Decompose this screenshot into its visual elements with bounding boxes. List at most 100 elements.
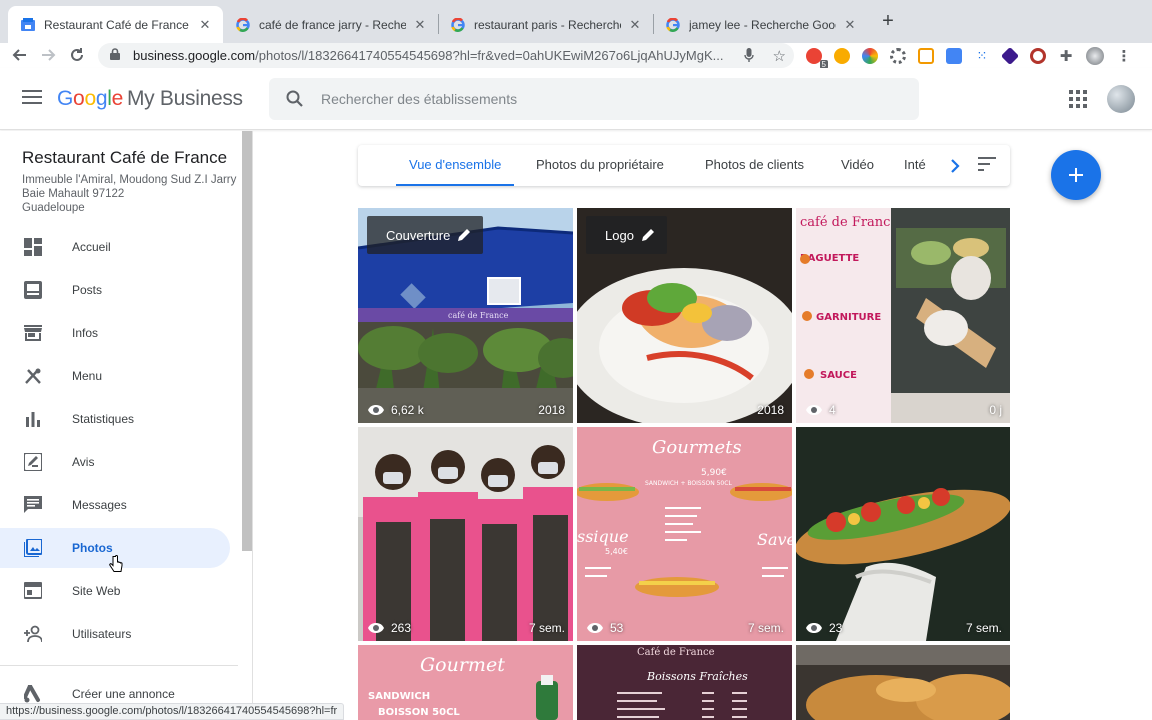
sidebar-item-avis[interactable]: Avis bbox=[0, 442, 230, 482]
sidebar-item-label: Infos bbox=[72, 326, 99, 340]
tab-video[interactable]: Vidéo bbox=[841, 145, 874, 186]
sidebar-item-label: Avis bbox=[72, 455, 95, 469]
tab-label: Vidéo bbox=[841, 157, 875, 172]
sidebar-item-label: Site Web bbox=[72, 584, 121, 598]
sidebar-item-utilisateurs[interactable]: Utilisateurs bbox=[0, 614, 230, 654]
photo-date: 0 j bbox=[989, 403, 1002, 417]
reviews-icon bbox=[23, 453, 42, 472]
close-tab-icon[interactable]: ✕ bbox=[197, 17, 213, 33]
sidebar-item-infos[interactable]: Infos bbox=[0, 313, 230, 353]
photo-views: 4 bbox=[805, 403, 836, 417]
account-avatar[interactable] bbox=[1107, 85, 1135, 113]
photo-date: 7 sem. bbox=[528, 621, 565, 635]
photo-tile-9[interactable] bbox=[796, 645, 1010, 720]
photo-tile-cover[interactable]: café de France Couverture 6,62 k 2018 bbox=[358, 208, 573, 423]
gourmet-menu-image: Gourmet SANDWICH BOISSON 50CL bbox=[358, 645, 573, 720]
photo-tabs-bar: Vue d'ensemble Photos du propriétaire Ph… bbox=[358, 145, 1010, 186]
business-search-input[interactable]: Rechercher des établissements bbox=[269, 78, 919, 120]
menu-brand: Café de France bbox=[637, 647, 715, 658]
views-count: 263 bbox=[391, 621, 412, 635]
browser-tab-search-1[interactable]: café de france jarry - Recherch ✕ bbox=[223, 6, 438, 43]
photo-tile-logo[interactable]: Logo 2018 bbox=[577, 208, 792, 423]
sidebar-item-statistiques[interactable]: Statistiques bbox=[0, 399, 230, 439]
tab-label: Inté bbox=[904, 157, 926, 172]
add-photo-button[interactable] bbox=[1051, 150, 1101, 200]
facade-sign: café de France bbox=[448, 311, 509, 320]
microphone-icon[interactable] bbox=[744, 48, 754, 66]
browser-tab-search-3[interactable]: jamey lee - Recherche Google ✕ bbox=[653, 6, 868, 43]
google-apps-icon[interactable] bbox=[1069, 90, 1087, 108]
tab-photos-clients[interactable]: Photos de clients bbox=[705, 145, 804, 186]
menu-subtitle: SANDWICH bbox=[368, 691, 430, 702]
photo-views: 263 bbox=[367, 621, 411, 635]
url-path: /photos/l/18326641740554545698?hl=fr&ved… bbox=[255, 48, 724, 63]
sidebar-item-label: Photos bbox=[72, 541, 113, 555]
photo-tile-7[interactable]: Gourmet SANDWICH BOISSON 50CL bbox=[358, 645, 573, 720]
blue-extension-icon[interactable] bbox=[946, 47, 962, 64]
menu-heading: GARNITURE bbox=[816, 312, 881, 323]
color-extension-icon[interactable] bbox=[862, 47, 878, 64]
gear-extension-icon[interactable] bbox=[890, 47, 906, 64]
tab-vue-ensemble[interactable]: Vue d'ensemble bbox=[396, 145, 515, 186]
gourmets-menu-image: Gourmets 5,90€ SANDWICH + BOISSON 50CL s… bbox=[577, 427, 792, 641]
photo-views: 6,62 k bbox=[367, 403, 424, 417]
sidebar-item-messages[interactable]: Messages bbox=[0, 485, 230, 525]
photo-tile-4[interactable]: 263 7 sem. bbox=[358, 427, 573, 641]
photo-tile-5[interactable]: Gourmets 5,90€ SANDWICH + BOISSON 50CL s… bbox=[577, 427, 792, 641]
sort-icon[interactable] bbox=[978, 157, 996, 173]
more-vert-icon[interactable]: ⋮ bbox=[1116, 48, 1132, 65]
chevron-right-icon[interactable] bbox=[940, 145, 970, 186]
puzzle-extensions-icon[interactable]: ✚ bbox=[1058, 48, 1074, 65]
photo-tile-3[interactable]: café de France BAGUETTE GARNITURE SAUCE … bbox=[796, 208, 1010, 423]
layout-extension-icon[interactable] bbox=[918, 47, 934, 64]
address-line: Immeuble l'Amiral, Moudong Sud Z.I Jarry bbox=[22, 174, 237, 186]
browser-tab-search-2[interactable]: restaurant paris - Recherche G ✕ bbox=[438, 6, 653, 43]
ring-extension-icon[interactable] bbox=[1030, 47, 1046, 64]
forward-arrow-icon[interactable] bbox=[36, 43, 60, 67]
browser-tab-gmb[interactable]: Restaurant Café de France – Pl ✕ bbox=[8, 6, 223, 43]
sidebar-scrollbar[interactable] bbox=[242, 131, 252, 551]
browser-tab-title: restaurant paris - Recherche G bbox=[474, 17, 621, 32]
photo-date: 7 sem. bbox=[747, 621, 784, 635]
posts-icon bbox=[23, 281, 42, 300]
dashboard-icon bbox=[23, 238, 42, 257]
google-icon bbox=[450, 17, 466, 33]
sidebar-item-accueil[interactable]: Accueil bbox=[0, 227, 230, 267]
url-host: business.google.com bbox=[133, 48, 256, 63]
close-tab-icon[interactable]: ✕ bbox=[412, 17, 428, 33]
sidebar-item-posts[interactable]: Posts bbox=[0, 270, 230, 310]
logo-badge[interactable]: Logo bbox=[586, 216, 667, 254]
diamond-extension-icon[interactable] bbox=[1000, 46, 1020, 65]
search-placeholder: Rechercher des établissements bbox=[321, 91, 518, 107]
browser-tab-title: café de france jarry - Recherch bbox=[259, 17, 406, 32]
add-user-icon bbox=[23, 625, 42, 644]
photo-tile-6[interactable]: 23 7 sem. bbox=[796, 427, 1010, 641]
sidebar-item-label: Posts bbox=[72, 283, 103, 297]
address-bar[interactable]: business.google.com/photos/l/18326641740… bbox=[98, 43, 794, 68]
cover-badge[interactable]: Couverture bbox=[367, 216, 484, 254]
reload-icon[interactable] bbox=[65, 43, 89, 67]
close-tab-icon[interactable]: ✕ bbox=[627, 17, 643, 33]
photo-views: 53 bbox=[586, 621, 623, 635]
profile-avatar-icon[interactable] bbox=[1086, 46, 1104, 65]
new-tab-icon[interactable]: + bbox=[878, 11, 898, 31]
edit-pencil-icon bbox=[641, 228, 655, 242]
extension-red-icon[interactable]: 5 bbox=[806, 47, 828, 69]
emoji-extension-icon[interactable] bbox=[834, 47, 850, 64]
bookmark-star-icon[interactable]: ☆ bbox=[773, 47, 786, 65]
photo-date: 2018 bbox=[757, 403, 784, 417]
lock-icon bbox=[110, 48, 124, 63]
back-arrow-icon[interactable] bbox=[8, 43, 32, 67]
google-my-business-logo: Google My Business bbox=[57, 87, 243, 111]
hamburger-menu-icon[interactable] bbox=[22, 90, 42, 106]
tab-label: Photos du propriétaire bbox=[536, 157, 664, 172]
eye-icon bbox=[805, 622, 823, 634]
tab-interieur[interactable]: Inté bbox=[904, 145, 926, 186]
tab-label: Vue d'ensemble bbox=[409, 157, 502, 172]
tab-photos-proprietaire[interactable]: Photos du propriétaire bbox=[536, 145, 664, 186]
sidebar-item-menu[interactable]: Menu bbox=[0, 356, 230, 396]
grid-extension-icon[interactable]: ⁙ bbox=[974, 48, 990, 64]
close-tab-icon[interactable]: ✕ bbox=[842, 17, 858, 33]
photo-tile-8[interactable]: Café de France Boissons Fraîches bbox=[577, 645, 792, 720]
eye-icon bbox=[367, 622, 385, 634]
